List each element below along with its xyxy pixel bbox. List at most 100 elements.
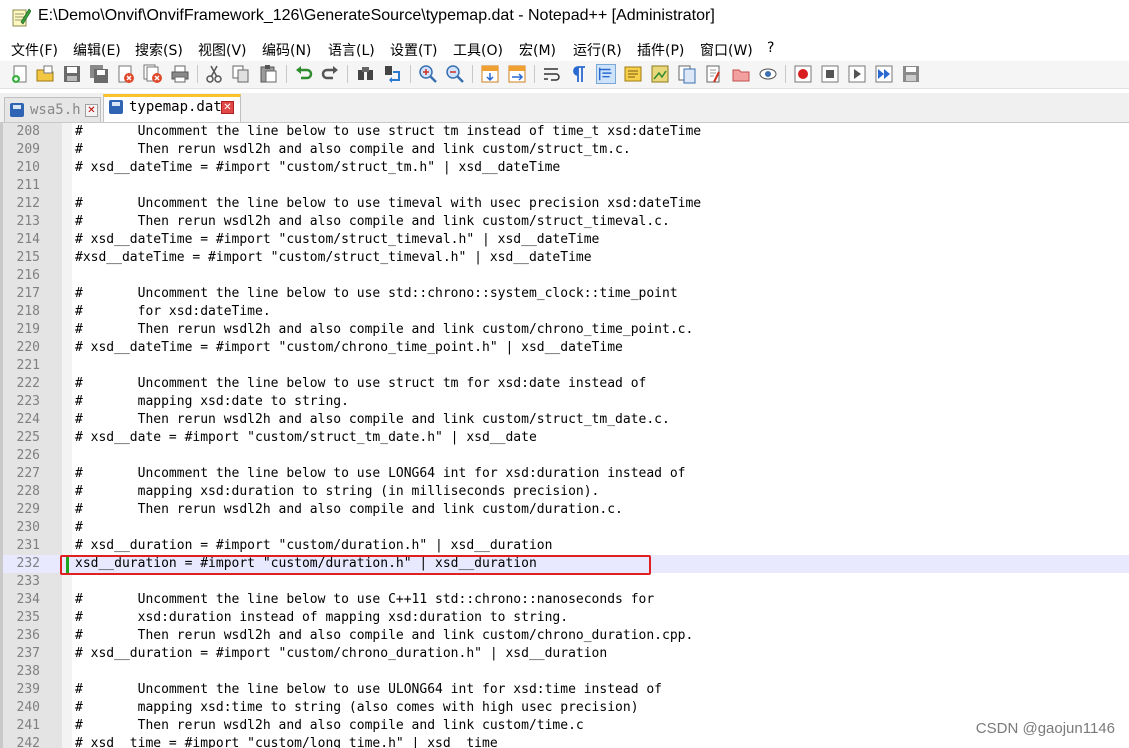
code-line[interactable]: 208 # Uncomment the line below to use str…	[0, 123, 1129, 141]
doc-list-icon[interactable]	[731, 64, 751, 84]
code-line[interactable]: 227 # Uncomment the line below to use LON…	[0, 465, 1129, 483]
code-line[interactable]: 214 # xsd__dateTime = #import "custom/str…	[0, 231, 1129, 249]
line-text: # Uncomment the line below to use struct…	[75, 376, 647, 391]
menu-language[interactable]: 语言(L)	[328, 40, 375, 60]
code-line[interactable]: 228 # mapping xsd:duration to string (in …	[0, 483, 1129, 501]
line-text: # Then rerun wsdl2h and also compile and…	[75, 718, 584, 733]
code-line[interactable]: 213 # Then rerun wsdl2h and also compile …	[0, 213, 1129, 231]
line-text: # xsd__duration = #import "custom/durati…	[75, 538, 553, 553]
code-line[interactable]: 241 # Then rerun wsdl2h and also compile …	[0, 717, 1129, 735]
line-number: 242	[16, 736, 40, 748]
code-line[interactable]: 238	[0, 663, 1129, 681]
code-line[interactable]: 222 # Uncomment the line below to use str…	[0, 375, 1129, 393]
doc-map-icon[interactable]	[650, 64, 670, 84]
copy-icon[interactable]	[231, 64, 251, 84]
show-all-chars-icon[interactable]	[569, 64, 589, 84]
tab-typemap-dat[interactable]: typemap.dat ✕	[103, 94, 241, 122]
code-line[interactable]: 217 # Uncomment the line below to use std…	[0, 285, 1129, 303]
line-number: 229	[16, 502, 40, 517]
menu-help[interactable]: ?	[767, 40, 774, 56]
menu-macro[interactable]: 宏(M)	[519, 40, 556, 60]
indent-guide-icon[interactable]	[596, 64, 616, 84]
code-line[interactable]: 235 # xsd:duration instead of mapping xsd…	[0, 609, 1129, 627]
line-number: 212	[16, 196, 40, 211]
line-number: 224	[16, 412, 40, 427]
redo-icon[interactable]	[320, 64, 340, 84]
find-icon[interactable]	[356, 64, 376, 84]
menu-file[interactable]: 文件(F)	[11, 40, 58, 60]
code-line[interactable]: 212 # Uncomment the line below to use tim…	[0, 195, 1129, 213]
cut-icon[interactable]	[204, 64, 224, 84]
tab-close-icon[interactable]: ✕	[221, 101, 234, 114]
code-line[interactable]: 220 # xsd__dateTime = #import "custom/chr…	[0, 339, 1129, 357]
menu-plugins[interactable]: 插件(P)	[637, 40, 684, 60]
line-text: # xsd__duration = #import "custom/chrono…	[75, 646, 608, 661]
monitor-icon[interactable]	[758, 64, 778, 84]
code-line[interactable]: 209 # Then rerun wsdl2h and also compile …	[0, 141, 1129, 159]
function-list-icon[interactable]	[677, 64, 697, 84]
close-all-icon[interactable]	[143, 64, 163, 84]
code-line[interactable]: 215 #xsd__dateTime = #import "custom/stru…	[0, 249, 1129, 267]
line-text: # xsd__time = #import "custom/long_time.…	[75, 736, 498, 748]
code-line[interactable]: 231 # xsd__duration = #import "custom/dur…	[0, 537, 1129, 555]
code-line[interactable]: 239 # Uncomment the line below to use ULO…	[0, 681, 1129, 699]
menu-window[interactable]: 窗口(W)	[700, 40, 753, 60]
code-line[interactable]: 210 # xsd__dateTime = #import "custom/str…	[0, 159, 1129, 177]
sync-horizontal-icon[interactable]	[507, 64, 527, 84]
code-line[interactable]: 224 # Then rerun wsdl2h and also compile …	[0, 411, 1129, 429]
code-line[interactable]: 237 # xsd__duration = #import "custom/chr…	[0, 645, 1129, 663]
close-icon[interactable]	[116, 64, 136, 84]
save-all-icon[interactable]	[89, 64, 109, 84]
code-line[interactable]: 218 # for xsd:dateTime.	[0, 303, 1129, 321]
folder-workspace-icon[interactable]	[704, 64, 724, 84]
line-text: # Then rerun wsdl2h and also compile and…	[75, 142, 631, 157]
code-line[interactable]: 225 # xsd__date = #import "custom/struct_…	[0, 429, 1129, 447]
udl-icon[interactable]	[623, 64, 643, 84]
menu-settings[interactable]: 设置(T)	[390, 40, 437, 60]
record-macro-icon[interactable]	[793, 64, 813, 84]
menu-encoding[interactable]: 编码(N)	[262, 40, 311, 60]
code-line[interactable]: 236 # Then rerun wsdl2h and also compile …	[0, 627, 1129, 645]
print-icon[interactable]	[170, 64, 190, 84]
code-line[interactable]: 242 # xsd__time = #import "custom/long_ti…	[0, 735, 1129, 748]
new-file-icon[interactable]	[10, 64, 30, 84]
undo-icon[interactable]	[294, 64, 314, 84]
sync-vertical-icon[interactable]	[480, 64, 500, 84]
code-line[interactable]: 229 # Then rerun wsdl2h and also compile …	[0, 501, 1129, 519]
code-line[interactable]: 223 # mapping xsd:date to string.	[0, 393, 1129, 411]
stop-macro-icon[interactable]	[820, 64, 840, 84]
line-number: 214	[16, 232, 40, 247]
zoom-in-icon[interactable]	[418, 64, 438, 84]
code-line[interactable]: 233	[0, 573, 1129, 591]
code-line[interactable]: 219 # Then rerun wsdl2h and also compile …	[0, 321, 1129, 339]
line-number: 220	[16, 340, 40, 355]
menu-tools[interactable]: 工具(O)	[453, 40, 503, 60]
open-file-icon[interactable]	[35, 64, 55, 84]
menu-view[interactable]: 视图(V)	[198, 40, 247, 60]
code-line[interactable]: 230 #	[0, 519, 1129, 537]
tab-wsa5-h[interactable]: wsa5.h ✕	[4, 97, 101, 122]
play-macro-icon[interactable]	[847, 64, 867, 84]
paste-icon[interactable]	[258, 64, 278, 84]
line-text: # mapping xsd:duration to string (in mil…	[75, 484, 600, 499]
code-line[interactable]: 211	[0, 177, 1129, 195]
code-line[interactable]: 216	[0, 267, 1129, 285]
zoom-out-icon[interactable]	[445, 64, 465, 84]
menu-edit[interactable]: 编辑(E)	[73, 40, 121, 60]
menu-run[interactable]: 运行(R)	[573, 40, 622, 60]
editor-pane[interactable]: 208 # Uncomment the line below to use str…	[0, 123, 1129, 748]
code-line[interactable]: 234 # Uncomment the line below to use C++…	[0, 591, 1129, 609]
save-icon[interactable]	[62, 64, 82, 84]
menu-search[interactable]: 搜索(S)	[135, 40, 183, 60]
word-wrap-icon[interactable]	[542, 64, 562, 84]
replace-icon[interactable]	[383, 64, 403, 84]
line-number: 211	[16, 178, 40, 193]
save-macro-icon[interactable]	[901, 64, 921, 84]
code-line[interactable]: 221	[0, 357, 1129, 375]
window-left-edge	[0, 123, 3, 748]
run-macro-multiple-icon[interactable]	[874, 64, 894, 84]
code-line[interactable]: 226	[0, 447, 1129, 465]
line-text: # Uncomment the line below to use ULONG6…	[75, 682, 662, 697]
tab-close-icon[interactable]: ✕	[85, 104, 98, 117]
code-line[interactable]: 240 # mapping xsd:time to string (also co…	[0, 699, 1129, 717]
